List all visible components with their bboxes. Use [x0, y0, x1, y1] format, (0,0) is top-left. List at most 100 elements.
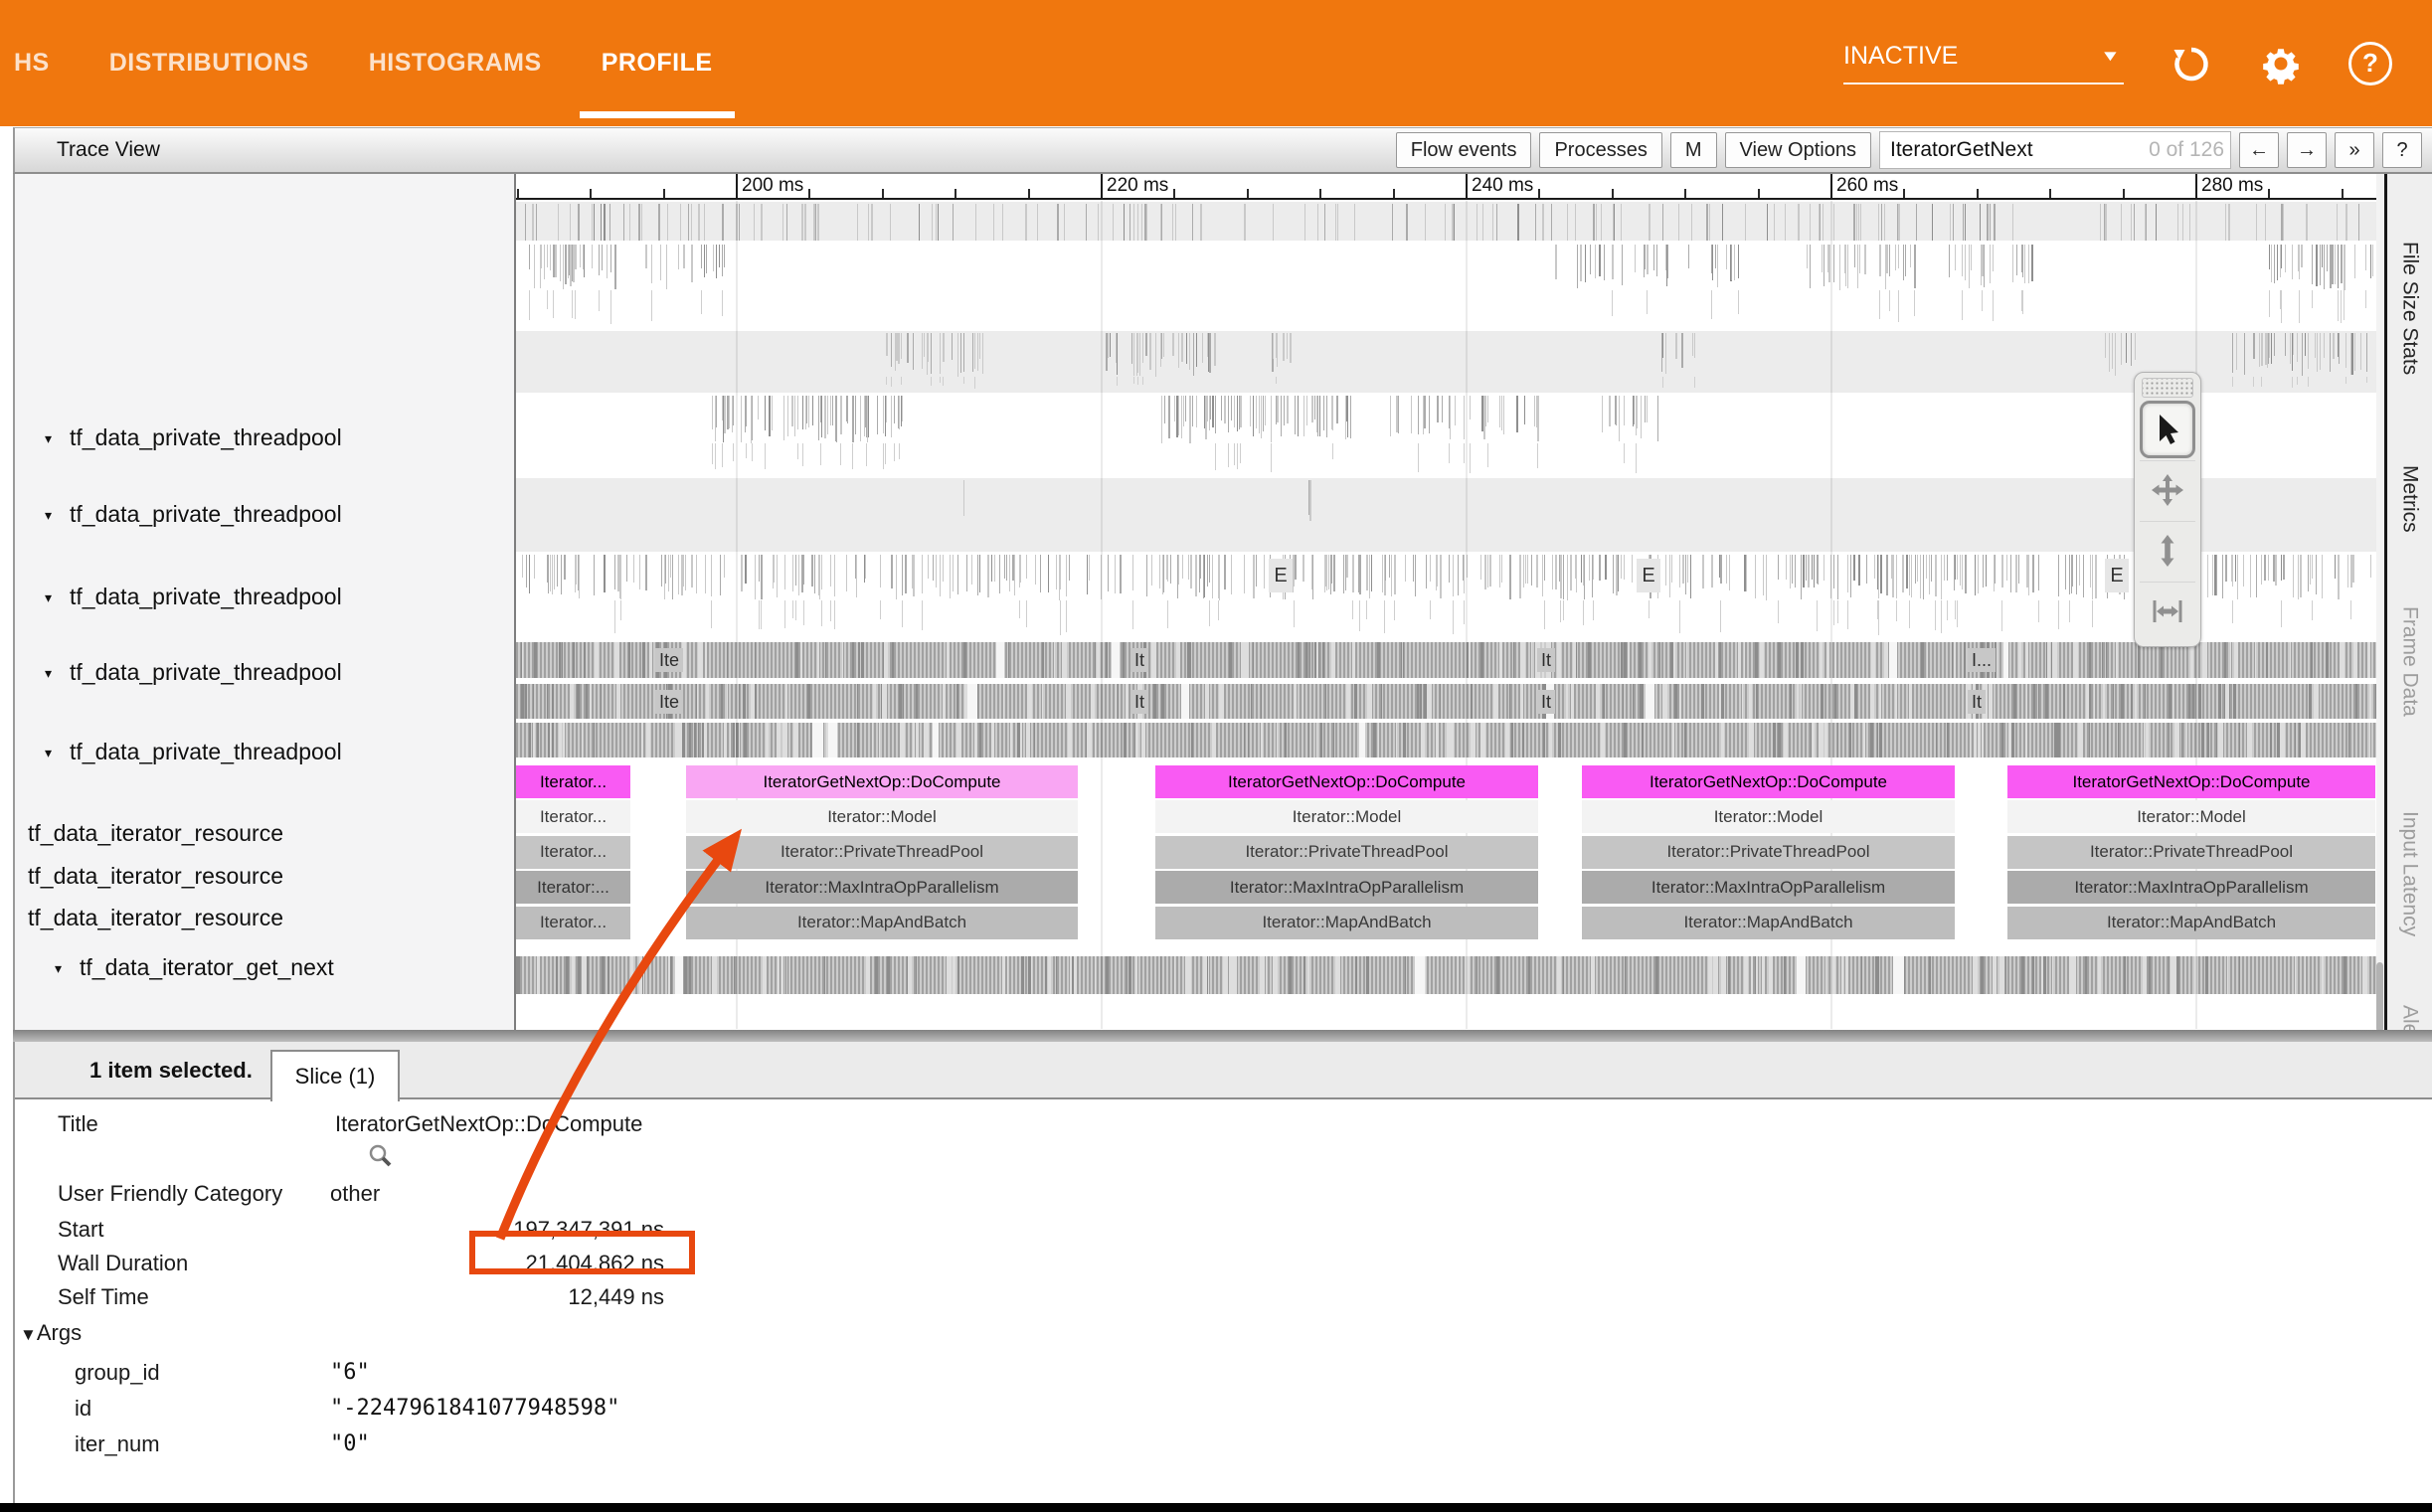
cursor-icon: [2150, 412, 2185, 447]
slice-iterator-row[interactable]: Iterator:...: [516, 871, 630, 904]
tab-distributions[interactable]: DISTRIBUTIONS: [82, 0, 337, 126]
tab-profile[interactable]: PROFILE: [574, 0, 741, 126]
strip-slice-label: It: [1537, 690, 1555, 714]
metadata-button[interactable]: M: [1670, 132, 1717, 168]
collapse-arrow-icon[interactable]: ▾: [45, 745, 52, 760]
track-label-tf_data_private_threadpool[interactable]: ▾tf_data_private_threadpool: [45, 584, 342, 610]
track-iterator-resource-strip[interactable]: IteItItI...: [516, 642, 2378, 678]
slice-iterator-row[interactable]: Iterator::MapAndBatch: [1582, 907, 1955, 939]
timeline-area[interactable]: 200 ms220 ms240 ms260 ms280 ms IteItItI.…: [514, 174, 2378, 1030]
track-label-tf_data_private_threadpool[interactable]: ▾tf_data_private_threadpool: [45, 424, 342, 451]
track-iterator-resource-strip[interactable]: IteItItIt: [516, 684, 2378, 719]
refresh-icon[interactable]: [2170, 42, 2213, 85]
timing-tool-button[interactable]: [2140, 582, 2195, 640]
track-threadpool-3[interactable]: [516, 394, 2378, 477]
strip-slice-label: I...: [1968, 648, 1996, 672]
slice-iterator-get-next-op[interactable]: IteratorGetNextOp::DoCompute: [1582, 765, 1955, 798]
slice-iterator-row[interactable]: Iterator::MaxIntraOpParallelism: [2007, 871, 2375, 904]
arg-key-id: id: [75, 1396, 91, 1422]
track-activity-overview[interactable]: [516, 202, 2378, 241]
ruler-major-tick: [736, 174, 738, 198]
track-threadpool-5[interactable]: [516, 553, 2378, 639]
slice-iterator-get-next-op[interactable]: Iterator...: [516, 765, 630, 798]
slice-iterator-row-selected[interactable]: Iterator::Model: [686, 800, 1078, 833]
slice-iterator-row[interactable]: Iterator::MapAndBatch: [1155, 907, 1538, 939]
args-header[interactable]: ▼Args: [20, 1320, 82, 1346]
slice-iterator-row[interactable]: Iterator::Model: [1155, 800, 1538, 833]
zoom-tool-button[interactable]: [2140, 521, 2195, 580]
collapse-arrow-icon[interactable]: ▾: [45, 430, 52, 446]
slice-iterator-row[interactable]: Iterator::PrivateThreadPool: [2007, 836, 2375, 869]
ruler-major-tick: [2195, 174, 2197, 198]
search-input[interactable]: [1888, 137, 2126, 163]
collapse-arrow-icon[interactable]: ▾: [45, 665, 52, 681]
slice-iterator-get-next-op-selected[interactable]: IteratorGetNextOp::DoCompute: [686, 765, 1078, 798]
track-label-tf_data_private_threadpool[interactable]: ▾tf_data_private_threadpool: [45, 501, 342, 528]
slice-iterator-row[interactable]: Iterator::MaxIntraOpParallelism: [1582, 871, 1955, 904]
timing-range-icon: [2150, 593, 2185, 629]
run-selector-dropdown[interactable]: INACTIVE ▼: [1843, 42, 2124, 84]
side-tab-input-latency[interactable]: Input Latency: [2387, 762, 2432, 986]
collapse-controls-button[interactable]: »: [2335, 132, 2374, 168]
event-badge[interactable]: E: [2105, 559, 2129, 592]
gridline: [1830, 201, 1832, 1029]
slice-iterator-row[interactable]: Iterator::PrivateThreadPool: [1155, 836, 1538, 869]
collapse-arrow-icon[interactable]: ▾: [45, 507, 52, 523]
pan-tool-button[interactable]: [2140, 460, 2195, 519]
track-threadpool-2[interactable]: [516, 331, 2378, 393]
track-label-tf_data_private_threadpool[interactable]: ▾tf_data_private_threadpool: [45, 659, 342, 686]
slice-iterator-row[interactable]: Iterator...: [516, 800, 630, 833]
select-tool-button[interactable]: [2140, 401, 2195, 458]
find-previous-button[interactable]: ←: [2239, 132, 2279, 168]
slice-iterator-row[interactable]: Iterator::MapAndBatch: [2007, 907, 2375, 939]
vertical-scrollbar-thumb[interactable]: [2376, 962, 2383, 1032]
slice-iterator-row[interactable]: Iterator...: [516, 907, 630, 939]
slice-iterator-row[interactable]: Iterator::MaxIntraOpParallelism: [1155, 871, 1538, 904]
slice-iterator-row-selected[interactable]: Iterator::MaxIntraOpParallelism: [686, 871, 1078, 904]
track-iterator-resource-strip[interactable]: [516, 723, 2378, 757]
panel-splitter[interactable]: [13, 1030, 2432, 1042]
processes-button[interactable]: Processes: [1539, 132, 1661, 168]
slice-iterator-row-selected[interactable]: Iterator::MapAndBatch: [686, 907, 1078, 939]
track-threadpool-4[interactable]: [516, 478, 2378, 552]
event-badge[interactable]: E: [1269, 559, 1293, 592]
tab-histograms[interactable]: HISTOGRAMS: [341, 0, 570, 126]
track-label-tf_data_iterator_resource[interactable]: tf_data_iterator_resource: [28, 863, 283, 890]
slice-iterator-row[interactable]: Iterator...: [516, 836, 630, 869]
collapse-arrow-icon[interactable]: ▾: [55, 960, 62, 976]
magnifier-icon[interactable]: [368, 1143, 394, 1174]
tab-slice[interactable]: Slice (1): [270, 1050, 400, 1101]
find-next-button[interactable]: →: [2287, 132, 2327, 168]
side-tab-file-size-stats[interactable]: File Size Stats: [2387, 189, 2432, 427]
track-iterator-resource-strip[interactable]: [516, 956, 2378, 994]
slice-iterator-row[interactable]: Iterator::Model: [2007, 800, 2375, 833]
collapse-arrow-icon[interactable]: ▾: [45, 589, 52, 605]
slice-iterator-row-selected[interactable]: Iterator::PrivateThreadPool: [686, 836, 1078, 869]
track-label-tf_data_iterator_get_next[interactable]: ▾tf_data_iterator_get_next: [55, 954, 334, 981]
event-badge[interactable]: E: [1637, 559, 1660, 592]
tool-palette: [2134, 372, 2201, 647]
slice-iterator-get-next-op[interactable]: IteratorGetNextOp::DoCompute: [2007, 765, 2375, 798]
selection-status: 1 item selected.: [89, 1058, 253, 1084]
help-icon[interactable]: ?: [2348, 42, 2392, 85]
slice-iterator-row[interactable]: Iterator::Model: [1582, 800, 1955, 833]
track-label-tf_data_iterator_resource[interactable]: tf_data_iterator_resource: [28, 820, 283, 847]
gear-icon[interactable]: [2259, 42, 2303, 85]
track-label-tf_data_iterator_resource[interactable]: tf_data_iterator_resource: [28, 905, 283, 931]
help-shortcuts-button[interactable]: ?: [2382, 132, 2422, 168]
track-label-tf_data_private_threadpool[interactable]: ▾tf_data_private_threadpool: [45, 739, 342, 765]
collapse-arrow-icon: ▼: [20, 1325, 37, 1344]
view-options-button[interactable]: View Options: [1725, 132, 1871, 168]
slice-iterator-row[interactable]: Iterator::PrivateThreadPool: [1582, 836, 1955, 869]
flow-events-button[interactable]: Flow events: [1396, 132, 1532, 168]
trace-view-toolbar: Trace View Flow events Processes M View …: [13, 127, 2432, 174]
gridline: [1101, 201, 1103, 1029]
track-threadpool-1[interactable]: [516, 243, 2378, 329]
slice-iterator-get-next-op[interactable]: IteratorGetNextOp::DoCompute: [1155, 765, 1538, 798]
side-tab-metrics[interactable]: Metrics: [2387, 434, 2432, 564]
side-tab-frame-data[interactable]: Frame Data: [2387, 572, 2432, 751]
palette-drag-handle[interactable]: [2142, 378, 2193, 398]
tab-graphs-truncated[interactable]: HS: [0, 0, 78, 126]
vertical-scrollbar[interactable]: [2376, 174, 2384, 1030]
page-bottom-edge: [0, 1503, 2432, 1512]
